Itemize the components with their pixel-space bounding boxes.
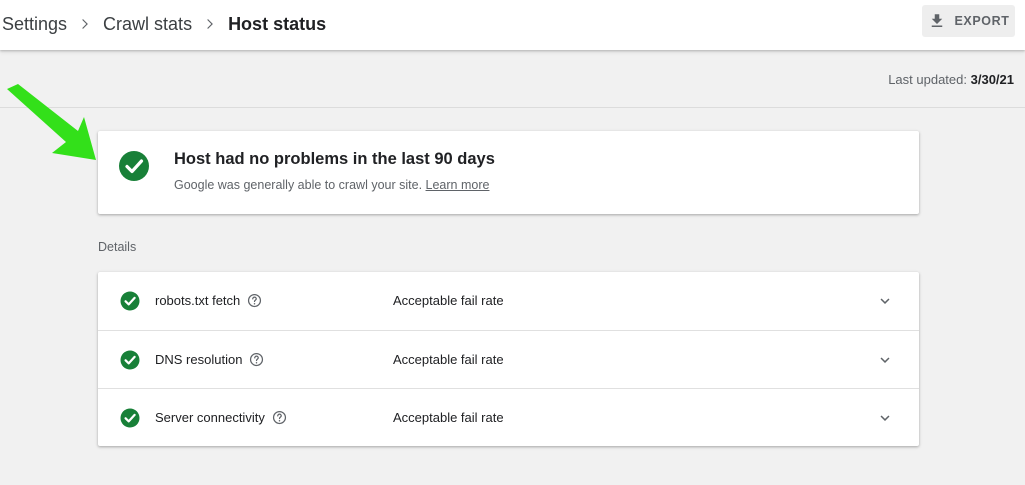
last-updated-date: 3/30/21 <box>970 72 1014 87</box>
details-row-server-connectivity[interactable]: Server connectivity Acceptable fail rate <box>98 388 919 446</box>
last-updated: Last updated: 3/30/21 <box>888 72 1014 87</box>
details-row-name: Server connectivity <box>155 410 287 425</box>
details-row-label: robots.txt fetch <box>155 293 241 308</box>
check-circle-icon <box>119 151 149 181</box>
chevron-down-icon[interactable] <box>876 409 894 427</box>
last-updated-label: Last updated: <box>888 72 967 87</box>
details-row-robots-txt-fetch[interactable]: robots.txt fetch Acceptable fail rate <box>98 272 919 330</box>
help-circle-icon[interactable] <box>272 410 287 425</box>
details-row-dns-resolution[interactable]: DNS resolution Acceptable fail rate <box>98 330 919 388</box>
details-row-status: Acceptable fail rate <box>393 410 504 425</box>
summary-subtitle: Google was generally able to crawl your … <box>174 178 489 192</box>
arrow-icon <box>7 84 96 160</box>
details-row-name: DNS resolution <box>155 352 264 367</box>
export-button-label: EXPORT <box>954 14 1010 28</box>
breadcrumb-settings[interactable]: Settings <box>2 14 67 35</box>
breadcrumb-crawl-stats[interactable]: Crawl stats <box>103 14 192 35</box>
learn-more-link[interactable]: Learn more <box>426 178 490 192</box>
section-divider <box>0 107 1025 108</box>
details-row-status: Acceptable fail rate <box>393 293 504 308</box>
download-icon <box>931 14 942 27</box>
breadcrumb: Settings Crawl stats Host status <box>2 12 326 36</box>
chevron-right-icon <box>67 17 103 31</box>
summary-subtitle-text: Google was generally able to crawl your … <box>174 178 423 192</box>
top-bar: Settings Crawl stats Host status EXPORT <box>0 0 1025 50</box>
details-row-label: Server connectivity <box>155 410 265 425</box>
details-row-name: robots.txt fetch <box>155 293 262 308</box>
check-circle-icon <box>120 350 140 370</box>
details-row-status: Acceptable fail rate <box>393 352 504 367</box>
summary-title: Host had no problems in the last 90 days <box>174 150 495 168</box>
help-circle-icon[interactable] <box>247 293 262 308</box>
chevron-down-icon[interactable] <box>876 351 894 369</box>
help-circle-icon[interactable] <box>249 352 264 367</box>
check-circle-icon <box>120 408 140 428</box>
chevron-right-icon <box>192 17 228 31</box>
details-row-label: DNS resolution <box>155 352 243 367</box>
check-circle-icon <box>120 291 140 311</box>
host-status-summary-card: Host had no problems in the last 90 days… <box>98 131 919 214</box>
export-button[interactable]: EXPORT <box>922 5 1015 37</box>
details-list: robots.txt fetch Acceptable fail rate DN… <box>98 272 919 446</box>
details-heading: Details <box>98 240 137 254</box>
breadcrumb-host-status: Host status <box>228 13 327 34</box>
chevron-down-icon[interactable] <box>876 292 894 310</box>
